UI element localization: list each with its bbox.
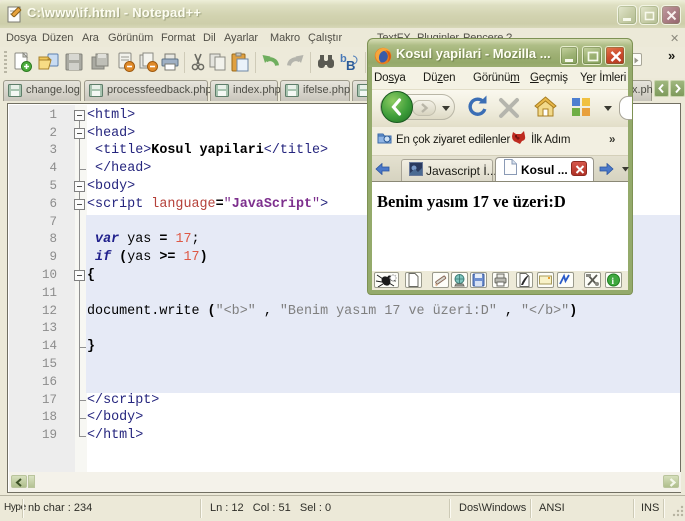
svg-text:B: B <box>346 58 355 73</box>
